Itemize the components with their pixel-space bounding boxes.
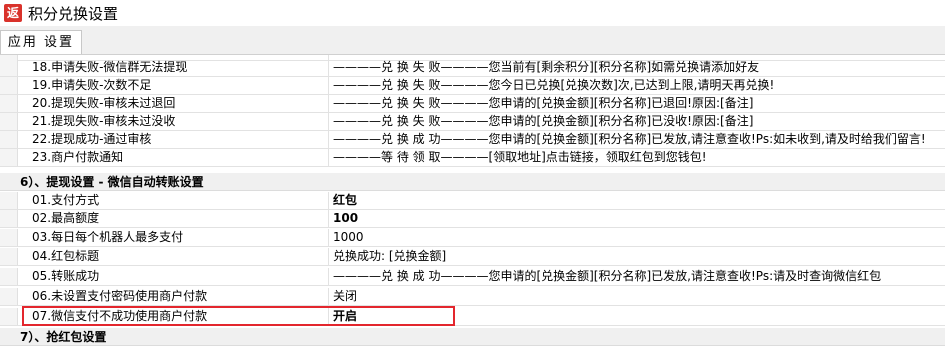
table-row[interactable]: 06.未设置支付密码使用商户付款 关闭	[0, 288, 945, 306]
setting-value[interactable]: 1000	[329, 229, 945, 246]
setting-name: 20.提现失败-审核未过退回	[18, 95, 329, 112]
setting-value[interactable]: 100	[329, 210, 945, 227]
table-row[interactable]: 18.申请失败-微信群无法提现 ————兑 换 失 败————您当前有[剩余积分…	[0, 59, 945, 77]
setting-value[interactable]: ————兑 换 失 败————您当前有[剩余积分][积分名称]如需兑换请添加好友	[329, 59, 945, 76]
setting-value[interactable]: ————兑 换 成 功————您申请的[兑换金额][积分名称]已发放,请注意查收…	[329, 131, 945, 148]
table-row[interactable]: 02.最高额度 100	[0, 210, 945, 228]
app-logo-icon: 返	[4, 4, 22, 22]
table-row[interactable]: 20.提现失败-审核未过退回 ————兑 换 失 败————您申请的[兑换金额]…	[0, 95, 945, 113]
setting-value[interactable]: ————等 待 领 取————[领取地址]点击链接，领取红包到您钱包!	[329, 149, 945, 166]
table-row[interactable]: 22.提现成功-通过审核 ————兑 换 成 功————您申请的[兑换金额][积…	[0, 131, 945, 149]
setting-value[interactable]: 关闭	[329, 288, 945, 305]
setting-name: 21.提现失败-审核未过没收	[18, 113, 329, 130]
setting-name: 19.申请失败-次数不足	[18, 77, 329, 94]
setting-value[interactable]: 兑换成功: [兑换金额]	[329, 248, 945, 265]
table-row[interactable]: 04.红包标题 兑换成功: [兑换金额]	[0, 248, 945, 266]
setting-name: 01.支付方式	[18, 192, 329, 209]
setting-name: 02.最高额度	[18, 210, 329, 227]
setting-value[interactable]: 红包	[329, 192, 945, 209]
setting-name: 18.申请失败-微信群无法提现	[18, 59, 329, 76]
table-row[interactable]: 19.申请失败-次数不足 ————兑 换 失 败————您今日已兑换[兑换次数]…	[0, 77, 945, 95]
table-row[interactable]: 23.商户付款通知 ————等 待 领 取————[领取地址]点击链接，领取红包…	[0, 149, 945, 167]
setting-name: 05.转账成功	[18, 268, 329, 285]
table-row[interactable]: 03.每日每个机器人最多支付 1000	[0, 229, 945, 247]
table-row[interactable]: 21.提现失败-审核未过没收 ————兑 换 失 败————您申请的[兑换金额]…	[0, 113, 945, 131]
window-title: 积分兑换设置	[28, 4, 119, 23]
setting-name: 06.未设置支付密码使用商户付款	[18, 288, 329, 305]
table-row[interactable]: 05.转账成功 ————兑 换 成 功————您申请的[兑换金额][积分名称]已…	[0, 268, 945, 286]
setting-value[interactable]: 开启	[329, 308, 945, 325]
setting-value[interactable]: ————兑 换 失 败————您申请的[兑换金额][积分名称]已退回!原因:[备…	[329, 95, 945, 112]
setting-value[interactable]: ————兑 换 失 败————您申请的[兑换金额][积分名称]已没收!原因:[备…	[329, 113, 945, 130]
setting-name: 03.每日每个机器人最多支付	[18, 229, 329, 246]
section-header-withdraw[interactable]: 6）、提现设置 - 微信自动转账设置	[0, 173, 945, 191]
setting-name: 04.红包标题	[18, 248, 329, 265]
table-row[interactable]: 01.支付方式 红包	[0, 192, 945, 210]
setting-name: 22.提现成功-通过审核	[18, 131, 329, 148]
apply-settings-button[interactable]: 应用 设置	[0, 30, 82, 54]
section-header-red-packet[interactable]: 7）、抢红包设置	[0, 328, 945, 346]
settings-grid[interactable]: 18.申请失败-微信群无法提现 ————兑 换 失 败————您当前有[剩余积分…	[0, 55, 945, 348]
title-bar: 返 积分兑换设置	[0, 0, 945, 26]
setting-name: 07.微信支付不成功使用商户付款	[18, 308, 329, 325]
setting-name: 23.商户付款通知	[18, 149, 329, 166]
toolbar: 应用 设置	[0, 26, 945, 55]
table-row-selected[interactable]: 07.微信支付不成功使用商户付款 开启	[0, 308, 945, 326]
setting-value[interactable]: ————兑 换 失 败————您今日已兑换[兑换次数]次,已达到上限,请明天再兑…	[329, 77, 945, 94]
setting-value[interactable]: ————兑 换 成 功————您申请的[兑换金额][积分名称]已发放,请注意查收…	[329, 268, 945, 285]
